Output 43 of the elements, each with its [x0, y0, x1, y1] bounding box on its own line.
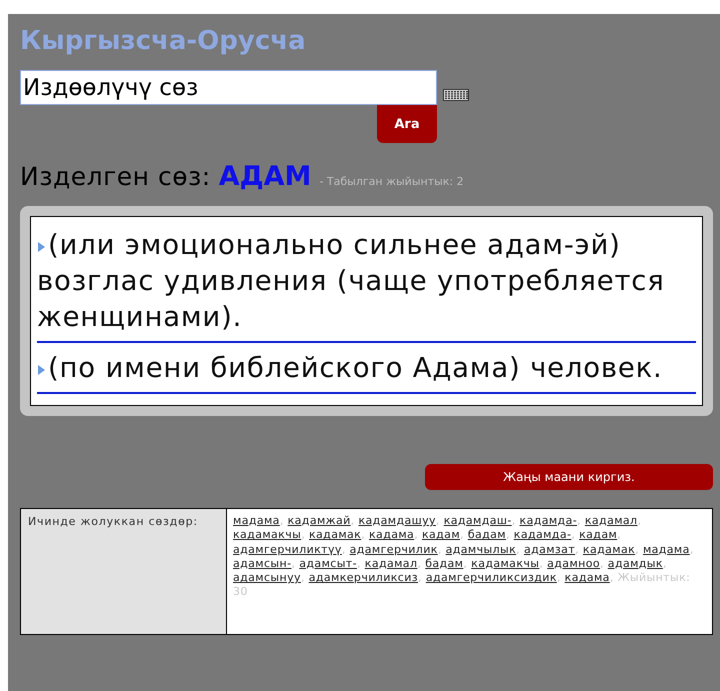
- word-link[interactable]: кадамда-: [520, 514, 578, 527]
- word-link[interactable]: кадамал: [364, 556, 418, 570]
- site-title: Кыргызсча-Орусча: [20, 25, 307, 58]
- keyboard-icon[interactable]: [443, 89, 469, 101]
- word-link[interactable]: кадамак: [309, 528, 362, 542]
- word-link[interactable]: адамзат: [524, 542, 576, 556]
- word-link[interactable]: адамсын-: [233, 556, 292, 570]
- word-link[interactable]: кадамал: [584, 514, 638, 527]
- word-link[interactable]: бадам: [468, 528, 506, 542]
- word-link[interactable]: кадамакчы: [471, 556, 540, 570]
- result-label: Изделген сөз:: [20, 162, 211, 191]
- word-link[interactable]: кадамдашуу: [358, 514, 436, 527]
- word-link[interactable]: кадам: [422, 528, 460, 542]
- word-link[interactable]: адамноо: [547, 556, 600, 570]
- word-link[interactable]: кадама: [369, 528, 414, 542]
- word-link[interactable]: бадам: [425, 556, 464, 570]
- word-link[interactable]: кадамда-: [514, 528, 572, 542]
- word-link[interactable]: адамдык: [608, 556, 663, 570]
- definition-text: (по имени библейского Адама) человек.: [37, 350, 696, 386]
- word-link[interactable]: адамчылык: [446, 542, 516, 556]
- word-link[interactable]: кадамак: [582, 542, 636, 556]
- word-link[interactable]: адамгерчиликсиздик: [426, 571, 557, 584]
- triangle-icon: [37, 241, 46, 253]
- word-link[interactable]: кадамжай: [288, 514, 351, 527]
- add-meaning-button[interactable]: Жаңы маани киргиз.: [425, 464, 713, 490]
- word-link[interactable]: кадам: [579, 528, 618, 542]
- search-field[interactable]: Издөөлүчү сөз: [20, 70, 437, 105]
- word-link[interactable]: мадама: [642, 542, 690, 556]
- word-link[interactable]: адамгерчиликтүү: [233, 542, 342, 556]
- word-link[interactable]: кадамакчы: [233, 528, 302, 542]
- definition-text: (или эмоционально сильнее адам-эй) возглас удивления (чаще употребляется женщинами).: [37, 228, 666, 335]
- word-link[interactable]: адамсыт-: [299, 556, 357, 570]
- word-link[interactable]: адамгерчилик: [350, 542, 438, 556]
- word-link[interactable]: мадама: [233, 514, 280, 527]
- word-link[interactable]: адамсынуу: [233, 571, 301, 584]
- word-link[interactable]: кадамдаш-: [444, 514, 512, 527]
- related-label: Ичинде жолуккан сөздөр:: [28, 515, 198, 528]
- triangle-icon: [37, 364, 46, 376]
- result-word: АДАМ: [218, 161, 312, 192]
- search-button[interactable]: Ara: [377, 105, 437, 143]
- word-link[interactable]: адамкерчиликсиз: [308, 571, 418, 584]
- result-count: - Табылган жыйынтык: 2: [319, 175, 464, 188]
- word-link[interactable]: кадама: [564, 571, 610, 584]
